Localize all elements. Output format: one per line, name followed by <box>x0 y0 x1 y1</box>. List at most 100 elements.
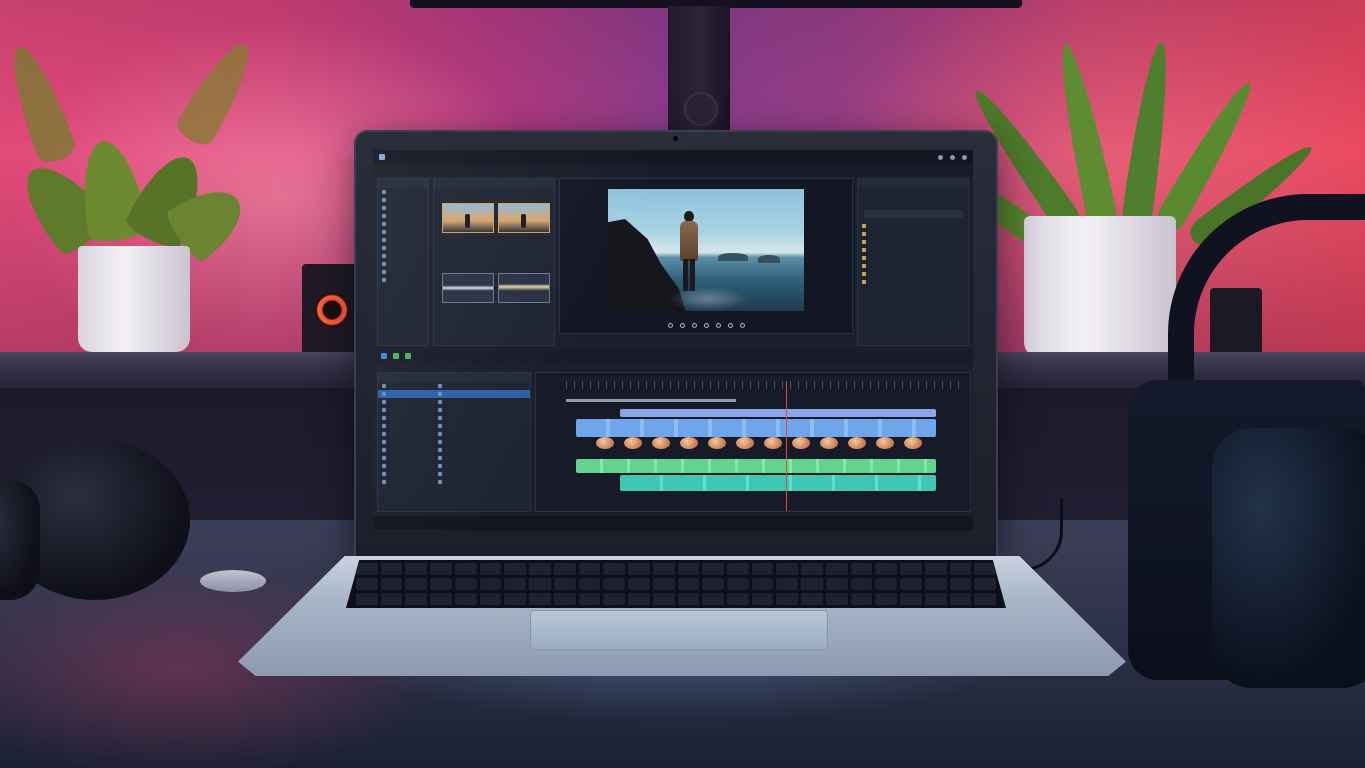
rewind-icon[interactable] <box>667 322 673 328</box>
play-icon[interactable] <box>691 322 697 328</box>
timeline-toolbar <box>373 350 973 362</box>
browser-category[interactable] <box>378 454 434 462</box>
browser-item[interactable] <box>434 406 530 414</box>
audio-clip[interactable] <box>576 459 936 473</box>
maximize-icon[interactable] <box>950 154 955 160</box>
keyboard-key <box>776 563 799 575</box>
timeline[interactable] <box>535 372 971 512</box>
keyboard-key <box>751 578 774 590</box>
browser-category[interactable] <box>378 470 434 478</box>
browser-category[interactable] <box>378 398 434 406</box>
keyboard-key <box>356 578 378 590</box>
keyboard-key <box>454 578 477 590</box>
tree-item[interactable] <box>378 260 428 268</box>
property-row[interactable] <box>858 222 968 230</box>
property-row[interactable] <box>858 254 968 262</box>
small-disc <box>200 570 266 592</box>
property-row[interactable] <box>858 230 968 238</box>
next-frame-icon[interactable] <box>703 322 709 328</box>
browser-category-selected[interactable] <box>378 390 434 398</box>
keyboard-key <box>405 593 428 605</box>
browser-item[interactable] <box>434 430 530 438</box>
keyboard-key <box>875 593 898 605</box>
browser-item[interactable] <box>434 438 530 446</box>
tree-item[interactable] <box>378 228 428 236</box>
minimize-icon[interactable] <box>938 154 943 160</box>
tree-item[interactable] <box>378 244 428 252</box>
keyboard-key <box>628 593 650 605</box>
browser-category[interactable] <box>378 406 434 414</box>
keyboard-key <box>801 593 823 605</box>
prev-frame-icon[interactable] <box>679 322 685 328</box>
keyboard-key <box>677 578 700 590</box>
keyboard-key <box>949 593 972 605</box>
browser-item[interactable] <box>434 398 530 406</box>
loop-icon[interactable] <box>727 322 733 328</box>
property-row[interactable] <box>858 262 968 270</box>
browser-item[interactable] <box>434 462 530 470</box>
browser-item[interactable] <box>434 382 530 390</box>
property-row[interactable] <box>858 246 968 254</box>
browser-category[interactable] <box>378 414 434 422</box>
media-bin-panel <box>433 178 555 346</box>
property-row[interactable] <box>858 270 968 278</box>
cut-tool-icon[interactable] <box>393 353 399 359</box>
laptop-trackpad <box>530 610 828 650</box>
media-thumbnail[interactable] <box>498 273 550 303</box>
effects-browser-panel <box>377 372 531 512</box>
browser-item[interactable] <box>434 478 530 486</box>
browser-item[interactable] <box>434 454 530 462</box>
media-thumbnail[interactable] <box>498 203 550 233</box>
browser-category[interactable] <box>378 430 434 438</box>
media-thumbnail[interactable] <box>442 203 494 233</box>
browser-item[interactable] <box>434 446 530 454</box>
tree-item[interactable] <box>378 220 428 228</box>
browser-item-selected[interactable] <box>434 390 530 398</box>
keyboard-key <box>974 578 996 590</box>
browser-item[interactable] <box>434 470 530 478</box>
window-controls <box>938 154 967 160</box>
browser-category[interactable] <box>378 382 434 390</box>
preset-dropdown[interactable] <box>864 210 962 218</box>
tree-item[interactable] <box>378 204 428 212</box>
property-row[interactable] <box>858 278 968 286</box>
keyboard-key <box>850 578 873 590</box>
keyboard-key <box>603 578 626 590</box>
video-clip[interactable] <box>576 419 936 437</box>
playhead[interactable] <box>786 381 787 511</box>
browser-category[interactable] <box>378 478 434 486</box>
close-icon[interactable] <box>962 154 967 160</box>
keyboard-key <box>380 593 403 605</box>
thumbnail-strip[interactable] <box>576 437 936 453</box>
snap-tool-icon[interactable] <box>405 353 411 359</box>
browser-category[interactable] <box>378 422 434 430</box>
tree-item[interactable] <box>378 212 428 220</box>
tree-item[interactable] <box>378 276 428 284</box>
browser-item[interactable] <box>434 414 530 422</box>
browser-category[interactable] <box>378 438 434 446</box>
browser-category[interactable] <box>378 446 434 454</box>
keyboard-key <box>504 593 527 605</box>
browser-category[interactable] <box>378 462 434 470</box>
keyboard-key <box>356 563 378 575</box>
keyboard-key <box>529 578 551 590</box>
timeline-ruler[interactable] <box>566 381 966 389</box>
tree-item[interactable] <box>378 268 428 276</box>
tree-item[interactable] <box>378 196 428 204</box>
keyboard-key <box>726 578 749 590</box>
tree-item[interactable] <box>378 188 428 196</box>
audio-clip[interactable] <box>620 475 936 491</box>
tree-item[interactable] <box>378 236 428 244</box>
volume-icon[interactable] <box>739 322 745 328</box>
select-tool-icon[interactable] <box>381 353 387 359</box>
keyboard-key <box>702 593 724 605</box>
property-row[interactable] <box>858 238 968 246</box>
keyboard-key <box>578 578 601 590</box>
browser-item[interactable] <box>434 422 530 430</box>
keyboard-key <box>405 563 428 575</box>
media-thumbnail[interactable] <box>442 273 494 303</box>
work-area-bar[interactable] <box>566 399 736 402</box>
video-clip[interactable] <box>620 409 936 417</box>
stop-icon[interactable] <box>715 322 721 328</box>
tree-item[interactable] <box>378 252 428 260</box>
